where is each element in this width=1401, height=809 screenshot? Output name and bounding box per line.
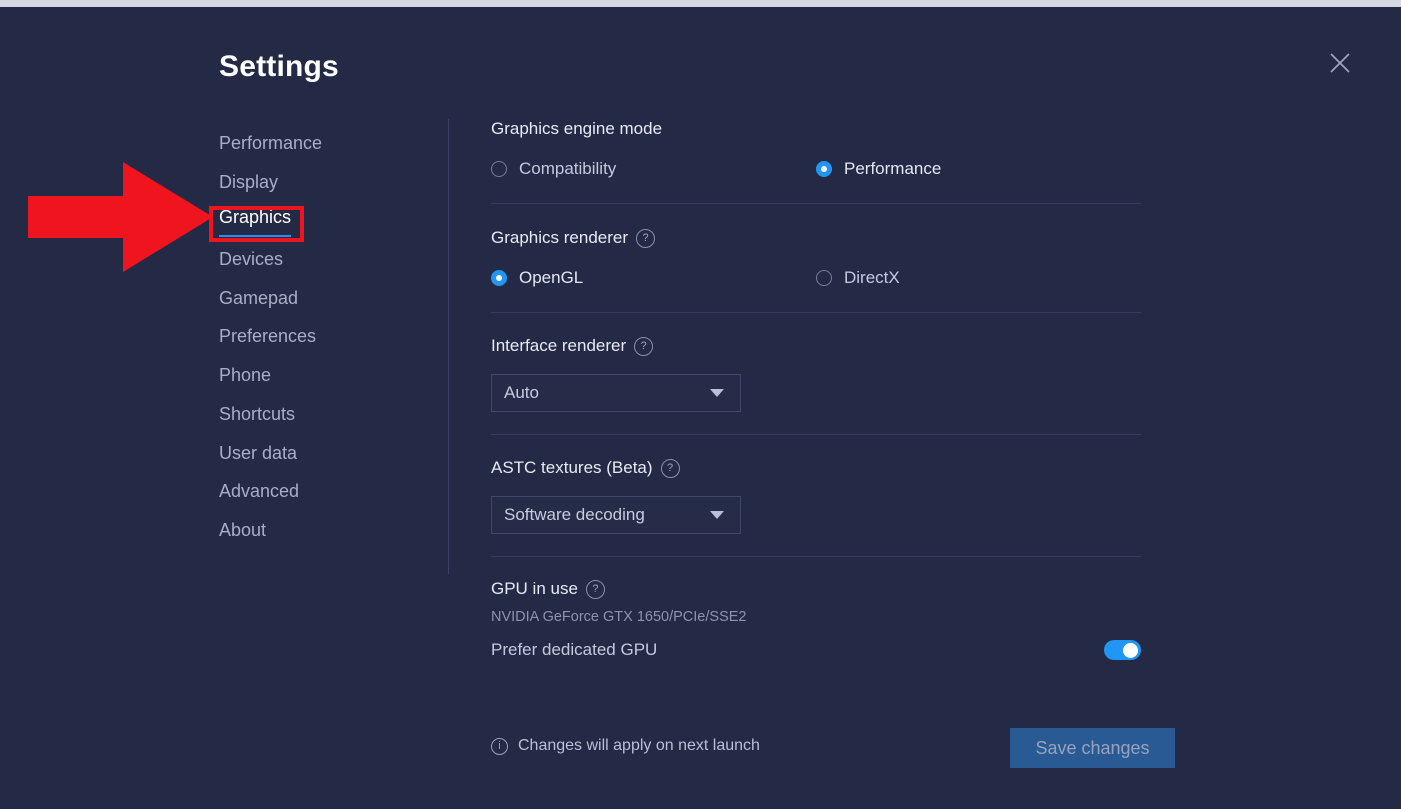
- radio-dot-icon: [491, 270, 507, 286]
- sidebar-item-label[interactable]: Display: [219, 172, 278, 192]
- prefer-dedicated-gpu-row: Prefer dedicated GPU: [491, 640, 1141, 660]
- section-gpu-in-use: GPU in use ? NVIDIA GeForce GTX 1650/PCI…: [491, 579, 1141, 660]
- radio-performance[interactable]: Performance: [816, 159, 1141, 179]
- radio-compatibility[interactable]: Compatibility: [491, 159, 816, 179]
- chevron-down-icon: [710, 511, 724, 519]
- sidebar-item-advanced[interactable]: Advanced: [219, 472, 429, 511]
- radio-dot-icon: [816, 161, 832, 177]
- footer-note-text: Changes will apply on next launch: [518, 737, 760, 754]
- sidebar-item-phone[interactable]: Phone: [219, 356, 429, 395]
- help-circle-icon[interactable]: ?: [660, 458, 680, 478]
- section-title-label: Interface renderer: [491, 336, 627, 355]
- interface-renderer-value: Auto: [504, 383, 539, 402]
- radio-dot-icon: [491, 161, 507, 177]
- prefer-dedicated-gpu-toggle[interactable]: [1104, 640, 1141, 660]
- section-title: GPU in use ?: [491, 579, 1141, 599]
- section-divider: [491, 556, 1141, 557]
- settings-content: Graphics engine mode Compatibility Perfo…: [491, 119, 1141, 660]
- radio-label: Compatibility: [519, 159, 617, 178]
- interface-renderer-select[interactable]: Auto: [491, 374, 741, 412]
- gpu-name-value: NVIDIA GeForce GTX 1650/PCIe/SSE2: [491, 609, 747, 625]
- radio-label: DirectX: [844, 268, 900, 287]
- section-divider: [491, 434, 1141, 435]
- section-graphics-engine-mode: Graphics engine mode Compatibility Perfo…: [491, 119, 1141, 179]
- section-title: Graphics renderer ?: [491, 228, 1141, 248]
- help-circle-icon[interactable]: ?: [634, 336, 654, 356]
- sidebar-item-label[interactable]: Preferences: [219, 326, 316, 346]
- sidebar-item-label[interactable]: Advanced: [219, 481, 299, 501]
- sidebar-item-about[interactable]: About: [219, 511, 429, 550]
- sidebar-item-label[interactable]: User data: [219, 443, 297, 463]
- sidebar-item-label[interactable]: Phone: [219, 365, 271, 385]
- section-title-label: GPU in use: [491, 579, 578, 598]
- radio-dot-icon: [816, 270, 832, 286]
- help-circle-icon[interactable]: ?: [636, 228, 656, 248]
- sidebar-item-performance[interactable]: Performance: [219, 124, 429, 163]
- sidebar-content-divider: [448, 119, 449, 574]
- sidebar-item-label[interactable]: Shortcuts: [219, 404, 295, 424]
- toggle-knob: [1123, 642, 1138, 658]
- settings-dialog: Settings Performance Display Graphics De…: [0, 7, 1401, 809]
- section-title: Interface renderer ?: [491, 336, 1141, 356]
- sidebar-item-user-data[interactable]: User data: [219, 434, 429, 473]
- radio-label: OpenGL: [519, 268, 584, 287]
- page-title: Settings: [219, 50, 339, 83]
- background-window-sliver-texture: [0, 0, 1401, 7]
- section-divider: [491, 203, 1141, 204]
- sidebar-item-preferences[interactable]: Preferences: [219, 317, 429, 356]
- sidebar-item-gamepad[interactable]: Gamepad: [219, 279, 429, 318]
- sidebar-item-label[interactable]: Performance: [219, 133, 322, 153]
- help-circle-icon[interactable]: ?: [585, 579, 605, 599]
- info-circle-icon: i: [491, 737, 508, 755]
- prefer-dedicated-gpu-label: Prefer dedicated GPU: [491, 640, 658, 659]
- section-astc-textures: ASTC textures (Beta) ? Software decoding: [491, 458, 1141, 534]
- sidebar-item-shortcuts[interactable]: Shortcuts: [219, 395, 429, 434]
- graphics-renderer-radio-group: OpenGL DirectX: [491, 268, 1141, 288]
- sidebar-item-devices[interactable]: Devices: [219, 240, 429, 279]
- sidebar-item-label[interactable]: Devices: [219, 249, 283, 269]
- radio-label: Performance: [844, 159, 942, 178]
- astc-textures-select[interactable]: Software decoding: [491, 496, 741, 534]
- sidebar-item-label[interactable]: Gamepad: [219, 288, 298, 308]
- section-title: ASTC textures (Beta) ?: [491, 458, 1141, 478]
- sidebar-item-display[interactable]: Display: [219, 163, 429, 202]
- section-interface-renderer: Interface renderer ? Auto: [491, 336, 1141, 412]
- chevron-down-icon: [710, 389, 724, 397]
- section-title-label: Graphics renderer: [491, 228, 629, 247]
- save-changes-button[interactable]: Save changes: [1010, 728, 1175, 768]
- sidebar-item-graphics[interactable]: Graphics: [219, 201, 429, 240]
- section-title: Graphics engine mode: [491, 119, 1141, 139]
- section-title-label: ASTC textures (Beta): [491, 458, 653, 477]
- radio-opengl[interactable]: OpenGL: [491, 268, 816, 288]
- sidebar-nav: Performance Display Graphics Devices Gam…: [219, 124, 429, 550]
- engine-mode-radio-group: Compatibility Performance: [491, 159, 1141, 179]
- section-title-label: Graphics engine mode: [491, 119, 663, 138]
- section-divider: [491, 312, 1141, 313]
- footer-note: i Changes will apply on next launch: [491, 737, 760, 755]
- section-graphics-renderer: Graphics renderer ? OpenGL DirectX: [491, 228, 1141, 288]
- right-arrow-annotation: [28, 162, 213, 272]
- close-icon[interactable]: [1327, 50, 1353, 76]
- sidebar-item-label[interactable]: About: [219, 520, 266, 540]
- radio-directx[interactable]: DirectX: [816, 268, 1141, 288]
- astc-textures-value: Software decoding: [504, 505, 645, 524]
- sidebar-item-label-active[interactable]: Graphics: [219, 201, 292, 238]
